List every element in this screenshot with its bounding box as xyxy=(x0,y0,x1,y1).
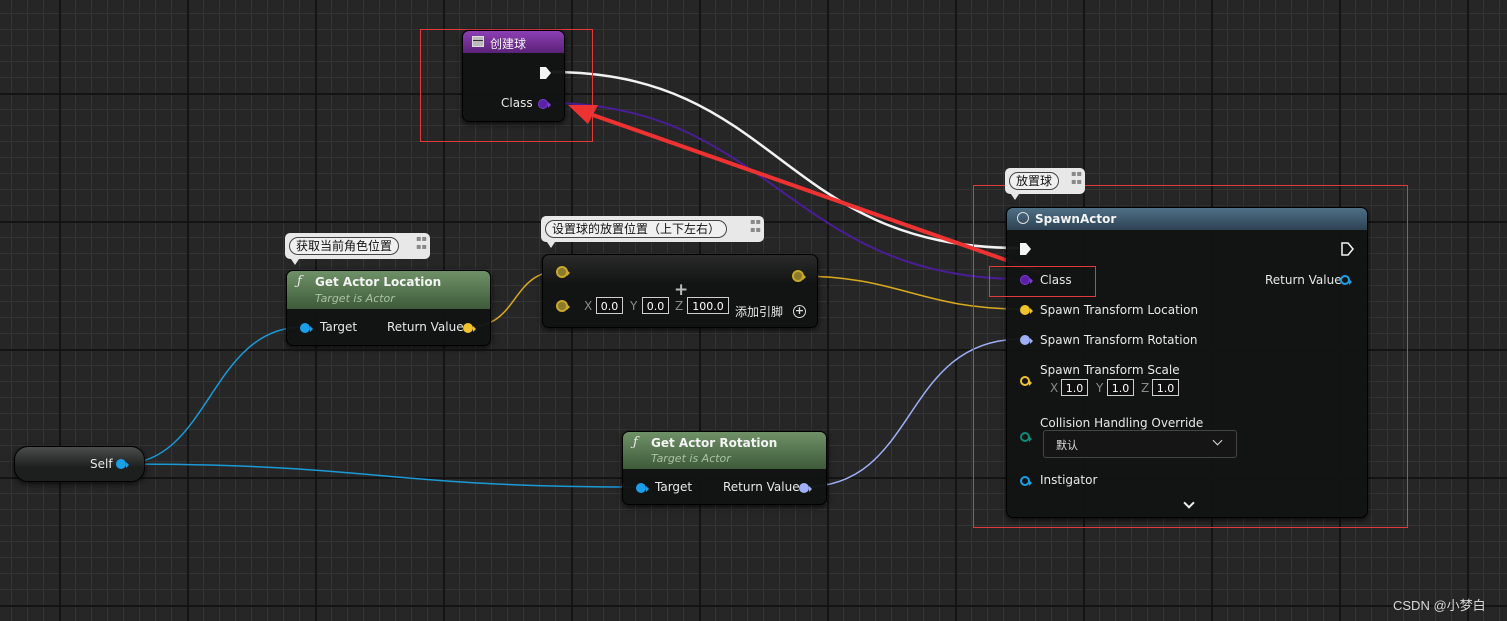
node-subtitle: Target is Actor xyxy=(315,292,395,305)
class-wire[interactable] xyxy=(547,102,1022,280)
expand-advanced-chevron-icon[interactable] xyxy=(1183,497,1195,509)
instigator-label: Instigator xyxy=(1040,473,1098,487)
function-icon: ƒ xyxy=(633,435,638,450)
spawn-scale-input-pin[interactable] xyxy=(1020,376,1032,386)
collision-override-input-pin[interactable] xyxy=(1020,432,1032,442)
vector-input-pin-b[interactable] xyxy=(556,300,570,312)
y-value-field[interactable]: 0.0 xyxy=(642,297,669,314)
collision-override-value: 默认 xyxy=(1056,439,1078,452)
node-title: Get Actor Rotation xyxy=(651,436,778,450)
event-grid-icon xyxy=(472,36,484,47)
self-reference-node[interactable]: Self xyxy=(14,446,145,482)
spawn-location-label: Spawn Transform Location xyxy=(1040,303,1199,317)
comment-text: 设置球的放置位置（上下左右） xyxy=(545,220,728,238)
scale-z-field[interactable]: 1.0 xyxy=(1152,379,1179,396)
class-input-pin[interactable] xyxy=(1020,275,1033,285)
return-value-output-pin[interactable] xyxy=(799,483,812,493)
comment-pin-icon[interactable]: ▪▪ ▪▪ xyxy=(750,218,761,234)
comment-pin-icon[interactable]: ▪▪ ▪▪ xyxy=(416,235,427,251)
get-actor-location-node[interactable]: ƒ Get Actor Location Target is Actor Tar… xyxy=(286,270,491,346)
node-subtitle: Target is Actor xyxy=(651,452,731,465)
class-output-pin[interactable] xyxy=(538,99,551,109)
function-icon: ƒ xyxy=(297,274,302,289)
node-title: Get Actor Location xyxy=(315,275,442,289)
self-output-pin[interactable] xyxy=(116,459,129,469)
class-pin-label: Class xyxy=(501,96,533,110)
z-value-field[interactable]: 100.0 xyxy=(687,297,729,314)
scale-y-axis-label: Y xyxy=(1096,381,1104,395)
vector-input-pin-a[interactable] xyxy=(556,266,570,278)
spawn-rotation-label: Spawn Transform Rotation xyxy=(1040,333,1198,347)
target-input-pin[interactable] xyxy=(300,323,313,333)
red-annotation-arrow xyxy=(589,112,1041,274)
x-value-field[interactable]: 0.0 xyxy=(596,297,623,314)
scale-y-field[interactable]: 1.0 xyxy=(1107,379,1134,396)
comment-pin-icon[interactable]: ▪▪ ▪▪ xyxy=(1071,170,1082,186)
self-label: Self xyxy=(90,457,113,471)
add-vector-node[interactable]: + X 0.0 Y 0.0 Z 100.0 添加引脚 + xyxy=(542,254,818,328)
spawn-location-input-pin[interactable] xyxy=(1020,305,1033,315)
x-axis-label: X xyxy=(584,299,593,313)
y-axis-label: Y xyxy=(630,299,638,313)
add-pin-icon[interactable]: + xyxy=(793,305,806,318)
return-value-label: Return Value xyxy=(387,320,464,334)
vector-output-pin[interactable] xyxy=(792,270,806,282)
return-value-output-pin[interactable] xyxy=(463,323,476,333)
spawn-actor-icon xyxy=(1017,212,1029,224)
node-title: 创建球 xyxy=(490,37,527,51)
scale-x-axis-label: X xyxy=(1050,381,1059,395)
watermark: CSDN @小梦白 xyxy=(1393,598,1486,613)
comment-text: 放置球 xyxy=(1009,172,1060,190)
return-value-label: Return Value xyxy=(723,480,800,494)
add-pin-label[interactable]: 添加引脚 xyxy=(735,303,783,320)
instigator-input-pin[interactable] xyxy=(1020,476,1032,486)
spawn-rotation-input-pin[interactable] xyxy=(1020,335,1033,345)
class-label: Class xyxy=(1040,273,1072,287)
rotation-wire[interactable] xyxy=(803,338,1023,488)
self-wire-to-rotation[interactable] xyxy=(121,463,640,488)
target-label: Target xyxy=(655,480,693,494)
spawn-actor-node[interactable]: SpawnActor Class Return Value Spawn Tran… xyxy=(1006,207,1368,518)
collision-override-label: Collision Handling Override xyxy=(1040,416,1204,430)
return-value-label: Return Value xyxy=(1265,273,1342,287)
target-label: Target xyxy=(320,320,358,334)
comment-bubble-spawn: 放置球 ▪▪ ▪▪ xyxy=(1005,168,1085,200)
scale-z-axis-label: Z xyxy=(1141,381,1150,395)
target-input-pin[interactable] xyxy=(636,483,649,493)
location-wire-to-spawn[interactable] xyxy=(797,275,1023,310)
spawn-scale-label: Spawn Transform Scale xyxy=(1040,363,1180,377)
chevron-down-icon xyxy=(1212,435,1223,446)
get-actor-rotation-node[interactable]: ƒ Get Actor Rotation Target is Actor Tar… xyxy=(622,431,827,505)
comment-bubble-vector: 设置球的放置位置（上下左右） ▪▪ ▪▪ xyxy=(541,216,764,248)
self-wire-to-location[interactable] xyxy=(121,326,304,465)
comment-text: 获取当前角色位置 xyxy=(289,237,400,255)
return-value-output-pin[interactable] xyxy=(1340,275,1352,285)
z-axis-label: Z xyxy=(675,299,684,313)
create-ball-event-node[interactable]: 创建球 Class xyxy=(462,30,565,122)
node-title: SpawnActor xyxy=(1035,212,1117,226)
comment-bubble-location: 获取当前角色位置 ▪▪ ▪▪ xyxy=(285,233,430,265)
scale-x-field[interactable]: 1.0 xyxy=(1061,379,1088,396)
collision-override-dropdown[interactable]: 默认 xyxy=(1043,430,1237,458)
